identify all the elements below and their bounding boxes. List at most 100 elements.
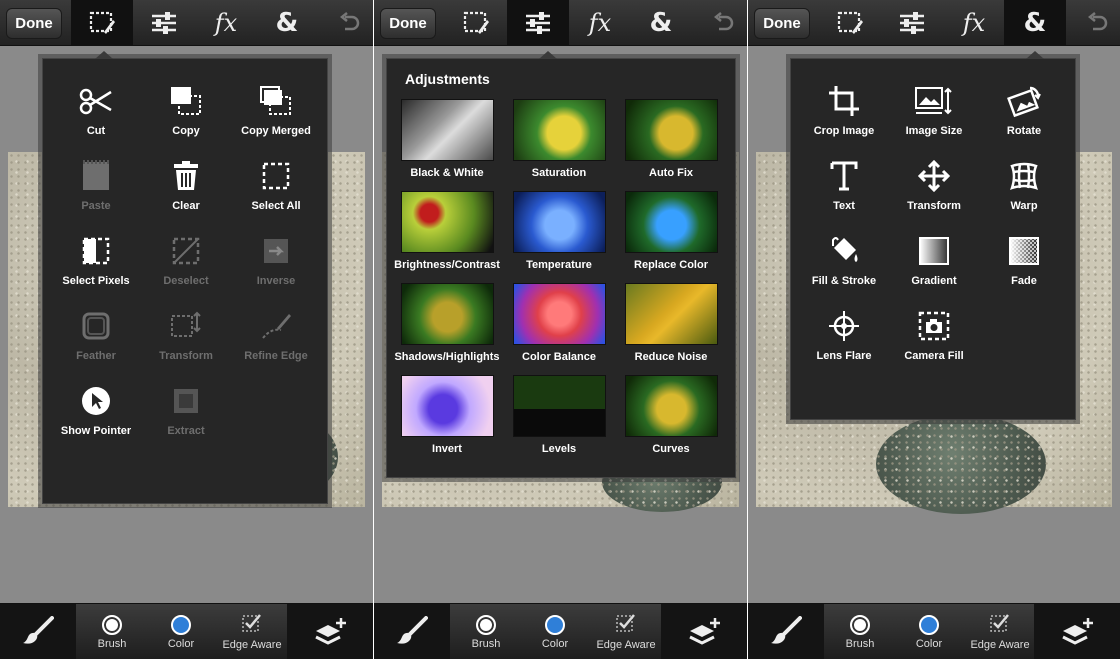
checkbox-icon [241,613,263,636]
paintbrush-icon [396,615,428,649]
top-toolbar: Done fx & [0,0,373,46]
menu-item-cut[interactable]: Cut [51,83,141,137]
tool-fade[interactable]: Fade [979,233,1069,287]
adjustment-label: Curves [652,443,690,455]
adjustment-label: Reduce Noise [634,351,708,363]
paint-brush-button[interactable] [748,604,824,659]
tool-fill-stroke[interactable]: Fill & Stroke [799,233,889,287]
menu-item-label: Select All [251,200,301,212]
add-layer-button[interactable] [1034,604,1120,659]
tools-button[interactable]: & [256,0,318,46]
add-layer-button[interactable] [661,604,747,659]
tool-label: Lens Flare [816,350,872,362]
selection-tools-button[interactable] [71,0,133,46]
menu-item-paste: Paste [51,158,141,212]
edge-aware-label: Edge Aware [970,639,1030,651]
undo-icon [1085,11,1109,35]
menu-item-label: Paste [81,200,111,212]
transform-icon [914,158,954,194]
adjustment-invert[interactable]: Invert [391,375,503,455]
color-button[interactable]: Color [895,604,963,659]
add-layer-button[interactable] [287,604,373,659]
screen-tools: Done fx & Crop Image Image Size Rotate Text Tra… [748,0,1120,659]
paste-icon [76,158,116,194]
tool-image-size[interactable]: Image Size [889,83,979,137]
layers-plus-icon [687,616,721,649]
menu-item-clear[interactable]: Clear [141,158,231,212]
paint-brush-button[interactable] [374,604,450,659]
menu-item-copy-merged[interactable]: Copy Merged [231,83,321,137]
bottom-toolbar: Brush Color Edge Aware [374,603,747,659]
menu-item-show-pointer[interactable]: Show Pointer [51,383,141,437]
undo-button[interactable] [692,0,747,46]
top-toolbar: Done fx & [748,0,1120,46]
menu-item-label: Select Pixels [62,275,130,287]
undo-button[interactable] [318,0,373,46]
menu-item-select-all[interactable]: Select All [231,158,321,212]
adjustment-shadows-highlights[interactable]: Shadows/Highlights [391,283,503,363]
brush-button[interactable]: Brush [78,604,146,659]
tool-camera-fill[interactable]: Camera Fill [889,308,979,362]
adjustment-brightness-contrast[interactable]: Brightness/Contrast [391,191,503,271]
adjustments-icon [524,11,552,35]
tools-button[interactable]: & [630,0,692,46]
brush-button[interactable]: Brush [826,604,894,659]
color-swatch-icon [919,614,939,635]
menu-item-extract: Extract [141,383,231,437]
effects-button[interactable]: fx [195,0,257,46]
tool-gradient[interactable]: Gradient [889,233,979,287]
done-button[interactable]: Done [380,8,436,39]
adjustment-color-balance[interactable]: Color Balance [503,283,615,363]
edge-aware-toggle[interactable]: Edge Aware [216,604,288,659]
deselect-icon [166,233,206,269]
edge-aware-label: Edge Aware [596,639,656,651]
done-button[interactable]: Done [6,8,62,39]
tool-lens-flare[interactable]: Lens Flare [799,308,889,362]
effects-button[interactable]: fx [569,0,631,46]
adjustment-thumbnail [624,99,718,161]
edge-aware-toggle[interactable]: Edge Aware [590,604,662,659]
adjustment-thumbnail [400,283,494,345]
effects-button[interactable]: fx [943,0,1005,46]
tool-text[interactable]: Text [799,158,889,212]
transform-selection-icon [166,308,206,344]
adjustment-thumbnail [512,99,606,161]
brush-label: Brush [471,637,501,650]
done-button[interactable]: Done [754,8,810,39]
paint-brush-button[interactable] [0,604,76,659]
rotate-icon [1004,83,1044,119]
adjustment-auto-fix[interactable]: Auto Fix [615,99,727,179]
tool-warp[interactable]: Warp [979,158,1069,212]
color-button[interactable]: Color [521,604,589,659]
adjustment-saturation[interactable]: Saturation [503,99,615,179]
feather-icon [76,308,116,344]
adjustments-button[interactable] [133,0,195,46]
adjustment-thumbnail [400,191,494,253]
adjustment-thumbnail [512,283,606,345]
ampersand-icon: & [649,8,673,38]
tool-crop-image[interactable]: Crop Image [799,83,889,137]
adjustment-black-white[interactable]: Black & White [391,99,503,179]
menu-item-inverse: Inverse [231,233,321,287]
adjustment-levels[interactable]: Levels [503,375,615,455]
selection-tools-button[interactable] [819,0,881,46]
tool-rotate[interactable]: Rotate [979,83,1069,137]
color-button[interactable]: Color [147,604,215,659]
edge-aware-toggle[interactable]: Edge Aware [964,604,1036,659]
adjustment-temperature[interactable]: Temperature [503,191,615,271]
menu-item-copy[interactable]: Copy [141,83,231,137]
undo-button[interactable] [1066,0,1120,46]
brush-button[interactable]: Brush [452,604,520,659]
tool-label: Crop Image [813,125,875,137]
adjustments-button[interactable] [881,0,943,46]
adjustment-reduce-noise[interactable]: Reduce Noise [615,283,727,363]
adjustments-button[interactable] [507,0,569,46]
menu-item-select-pixels[interactable]: Select Pixels [51,233,141,287]
layers-plus-icon [313,616,347,649]
tools-button[interactable]: & [1004,0,1066,46]
tool-transform[interactable]: Transform [889,158,979,212]
menu-item-label: Transform [159,350,213,362]
selection-tools-button[interactable] [445,0,507,46]
adjustment-replace-color[interactable]: Replace Color [615,191,727,271]
adjustment-curves[interactable]: Curves [615,375,727,455]
